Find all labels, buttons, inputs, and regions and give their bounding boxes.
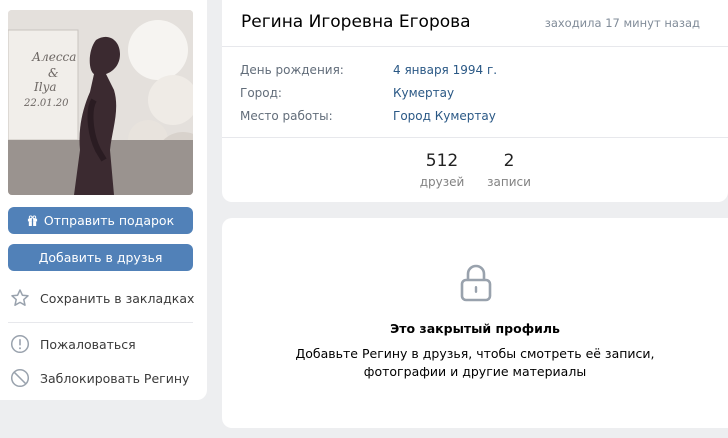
star-icon: [11, 289, 29, 306]
closed-profile-description: Добавьте Регину в друзья, чтобы смотреть…: [222, 345, 728, 381]
lock-icon: [460, 264, 492, 302]
bookmark-action[interactable]: Сохранить в закладках: [10, 288, 194, 308]
workplace-label: Место работы:: [240, 109, 333, 123]
add-friend-button[interactable]: Добавить в друзья: [8, 244, 193, 271]
closed-profile-description-line1: Добавьте Регину в друзья, чтобы смотреть…: [295, 346, 655, 361]
photo-caption-line2: Ilya: [34, 80, 57, 94]
profile-sidebar: Алесса & Ilya 22.01.20 Отправить подарок…: [0, 0, 207, 400]
stats-divider: [222, 137, 728, 138]
posts-counter[interactable]: 2 записи: [485, 151, 533, 189]
profile-info-card: Регина Игоревна Егорова заходила 17 мину…: [222, 0, 728, 202]
posts-label: записи: [487, 175, 531, 189]
photo-caption-amp: &: [48, 66, 59, 80]
send-gift-button[interactable]: Отправить подарок: [8, 207, 193, 234]
city-label: Город:: [240, 86, 282, 100]
closed-profile-card: Это закрытый профиль Добавьте Регину в д…: [222, 218, 728, 428]
warning-icon: [10, 334, 30, 354]
photo-caption-line1: Алесса: [32, 50, 77, 64]
photo-caption-date: 22.01.20: [24, 98, 69, 109]
posts-count: 2: [503, 151, 515, 171]
last-seen-status: заходила 17 минут назад: [544, 16, 700, 30]
profile-photo[interactable]: Алесса & Ilya 22.01.20: [8, 10, 193, 195]
report-action[interactable]: Пожаловаться: [10, 334, 136, 354]
birthday-label: День рождения:: [240, 63, 344, 77]
closed-profile-title: Это закрытый профиль: [390, 321, 560, 336]
send-gift-label: Отправить подарок: [43, 213, 175, 228]
friends-count: 512: [425, 151, 459, 171]
friends-counter[interactable]: 512 друзей: [418, 151, 466, 189]
header-divider: [222, 46, 728, 47]
block-action[interactable]: Заблокировать Регину: [10, 368, 189, 388]
workplace-value[interactable]: Город Кумертау: [393, 109, 496, 123]
friends-label: друзей: [419, 175, 465, 189]
bookmark-label: Сохранить в закладках: [40, 290, 195, 306]
menu-divider: [8, 322, 193, 323]
block-label: Заблокировать Регину: [40, 370, 190, 386]
gift-icon: [27, 215, 37, 226]
profile-name: Регина Игоревна Егорова: [241, 12, 471, 32]
report-label: Пожаловаться: [40, 336, 136, 352]
block-icon: [10, 368, 30, 388]
add-friend-label: Добавить в друзья: [38, 250, 163, 265]
birthday-value[interactable]: 4 января 1994 г.: [393, 63, 497, 77]
city-value[interactable]: Кумертау: [393, 86, 454, 100]
closed-profile-description-line2: фотографии и другие материалы: [363, 364, 587, 379]
